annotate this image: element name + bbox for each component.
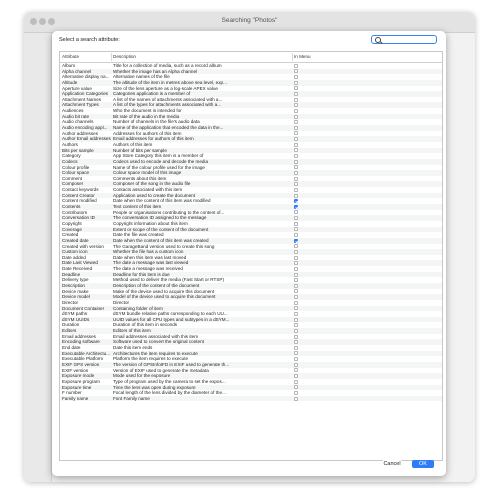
- in-menu-checkbox[interactable]: [294, 351, 298, 356]
- in-menu-checkbox[interactable]: [294, 142, 298, 147]
- sheet-prompt: Select a search attribute:: [59, 37, 120, 43]
- attribute-description: Font Family name: [113, 395, 150, 401]
- in-menu-checkbox[interactable]: [294, 323, 298, 328]
- window-titlebar: Searching "Photos": [24, 12, 475, 33]
- search-attribute-sheet: Select a search attribute: Attribute Des…: [52, 31, 446, 476]
- in-menu-checkbox[interactable]: [294, 108, 298, 113]
- in-menu-checkbox[interactable]: [294, 289, 298, 294]
- table-row[interactable]: Family name Font Family name: [60, 395, 442, 402]
- in-menu-checkbox[interactable]: [294, 357, 298, 362]
- in-menu-checkbox[interactable]: [294, 368, 298, 373]
- column-divider[interactable]: [292, 53, 293, 61]
- in-menu-checkbox[interactable]: [294, 137, 298, 142]
- in-menu-checkbox[interactable]: [294, 278, 298, 283]
- in-menu-checkbox[interactable]: [294, 176, 298, 181]
- in-menu-checkbox[interactable]: [294, 69, 298, 74]
- in-menu-checkbox[interactable]: [294, 103, 298, 108]
- in-menu-checkbox[interactable]: [294, 374, 298, 379]
- in-menu-checkbox[interactable]: [294, 295, 298, 300]
- in-menu-checkbox[interactable]: [294, 182, 298, 187]
- in-menu-checkbox[interactable]: [294, 362, 298, 367]
- ok-button[interactable]: OK: [412, 460, 434, 468]
- in-menu-checkbox[interactable]: [294, 261, 298, 266]
- in-menu-checkbox[interactable]: [294, 221, 298, 226]
- in-menu-checkbox[interactable]: [294, 97, 298, 102]
- column-header-attribute[interactable]: Attribute: [62, 54, 79, 59]
- in-menu-checkbox[interactable]: [294, 244, 298, 249]
- in-menu-checkbox[interactable]: [294, 120, 298, 125]
- in-menu-checkbox[interactable]: [294, 233, 298, 238]
- in-menu-checkbox[interactable]: [294, 92, 298, 96]
- table-header: Attribute Description In Menu: [60, 52, 442, 63]
- in-menu-checkbox[interactable]: [294, 385, 298, 390]
- attribute-table[interactable]: Attribute Description In Menu Album Title…: [59, 51, 443, 461]
- finder-sidebar: [24, 33, 52, 482]
- in-menu-checkbox[interactable]: [294, 255, 298, 260]
- in-menu-checkbox[interactable]: [294, 396, 298, 401]
- in-menu-checkbox[interactable]: [294, 63, 298, 68]
- attribute-name: Family name: [62, 395, 89, 401]
- in-menu-checkbox[interactable]: [294, 187, 298, 192]
- in-menu-checkbox[interactable]: [294, 80, 298, 85]
- in-menu-checkbox[interactable]: [294, 193, 298, 198]
- in-menu-checkbox[interactable]: [294, 199, 298, 204]
- in-menu-checkbox[interactable]: [294, 114, 298, 119]
- in-menu-checkbox[interactable]: [294, 227, 298, 232]
- in-menu-checkbox[interactable]: [294, 306, 298, 311]
- in-menu-checkbox[interactable]: [294, 334, 298, 339]
- in-menu-checkbox[interactable]: [294, 390, 298, 395]
- in-menu-checkbox[interactable]: [294, 159, 298, 164]
- in-menu-checkbox[interactable]: [294, 300, 298, 305]
- in-menu-checkbox[interactable]: [294, 154, 298, 159]
- in-menu-checkbox[interactable]: [294, 249, 298, 254]
- search-icon: [375, 37, 381, 43]
- in-menu-checkbox[interactable]: [294, 170, 298, 175]
- in-menu-checkbox[interactable]: [294, 328, 298, 333]
- in-menu-checkbox[interactable]: [294, 340, 298, 345]
- in-menu-checkbox[interactable]: [294, 216, 298, 221]
- in-menu-checkbox[interactable]: [294, 204, 298, 209]
- in-menu-checkbox[interactable]: [294, 345, 298, 350]
- in-menu-checkbox[interactable]: [294, 148, 298, 153]
- in-menu-checkbox[interactable]: [294, 238, 298, 243]
- column-header-description[interactable]: Description: [113, 54, 136, 59]
- search-input[interactable]: [371, 35, 437, 44]
- table-body: Album Title for a collection of media, su…: [60, 63, 442, 402]
- column-divider[interactable]: [111, 53, 112, 61]
- in-menu-checkbox[interactable]: [294, 311, 298, 316]
- in-menu-checkbox[interactable]: [294, 86, 298, 91]
- in-menu-checkbox[interactable]: [294, 125, 298, 130]
- in-menu-checkbox[interactable]: [294, 272, 298, 277]
- in-menu-checkbox[interactable]: [294, 283, 298, 288]
- in-menu-checkbox[interactable]: [294, 75, 298, 80]
- in-menu-checkbox[interactable]: [294, 317, 298, 322]
- in-menu-checkbox[interactable]: [294, 210, 298, 215]
- window-title: Searching "Photos": [221, 17, 278, 24]
- cancel-button[interactable]: Cancel: [382, 460, 402, 468]
- in-menu-checkbox[interactable]: [294, 266, 298, 271]
- in-menu-checkbox[interactable]: [294, 165, 298, 170]
- in-menu-checkbox[interactable]: [294, 379, 298, 384]
- in-menu-checkbox[interactable]: [294, 131, 298, 136]
- column-header-in-menu[interactable]: In Menu: [294, 54, 311, 59]
